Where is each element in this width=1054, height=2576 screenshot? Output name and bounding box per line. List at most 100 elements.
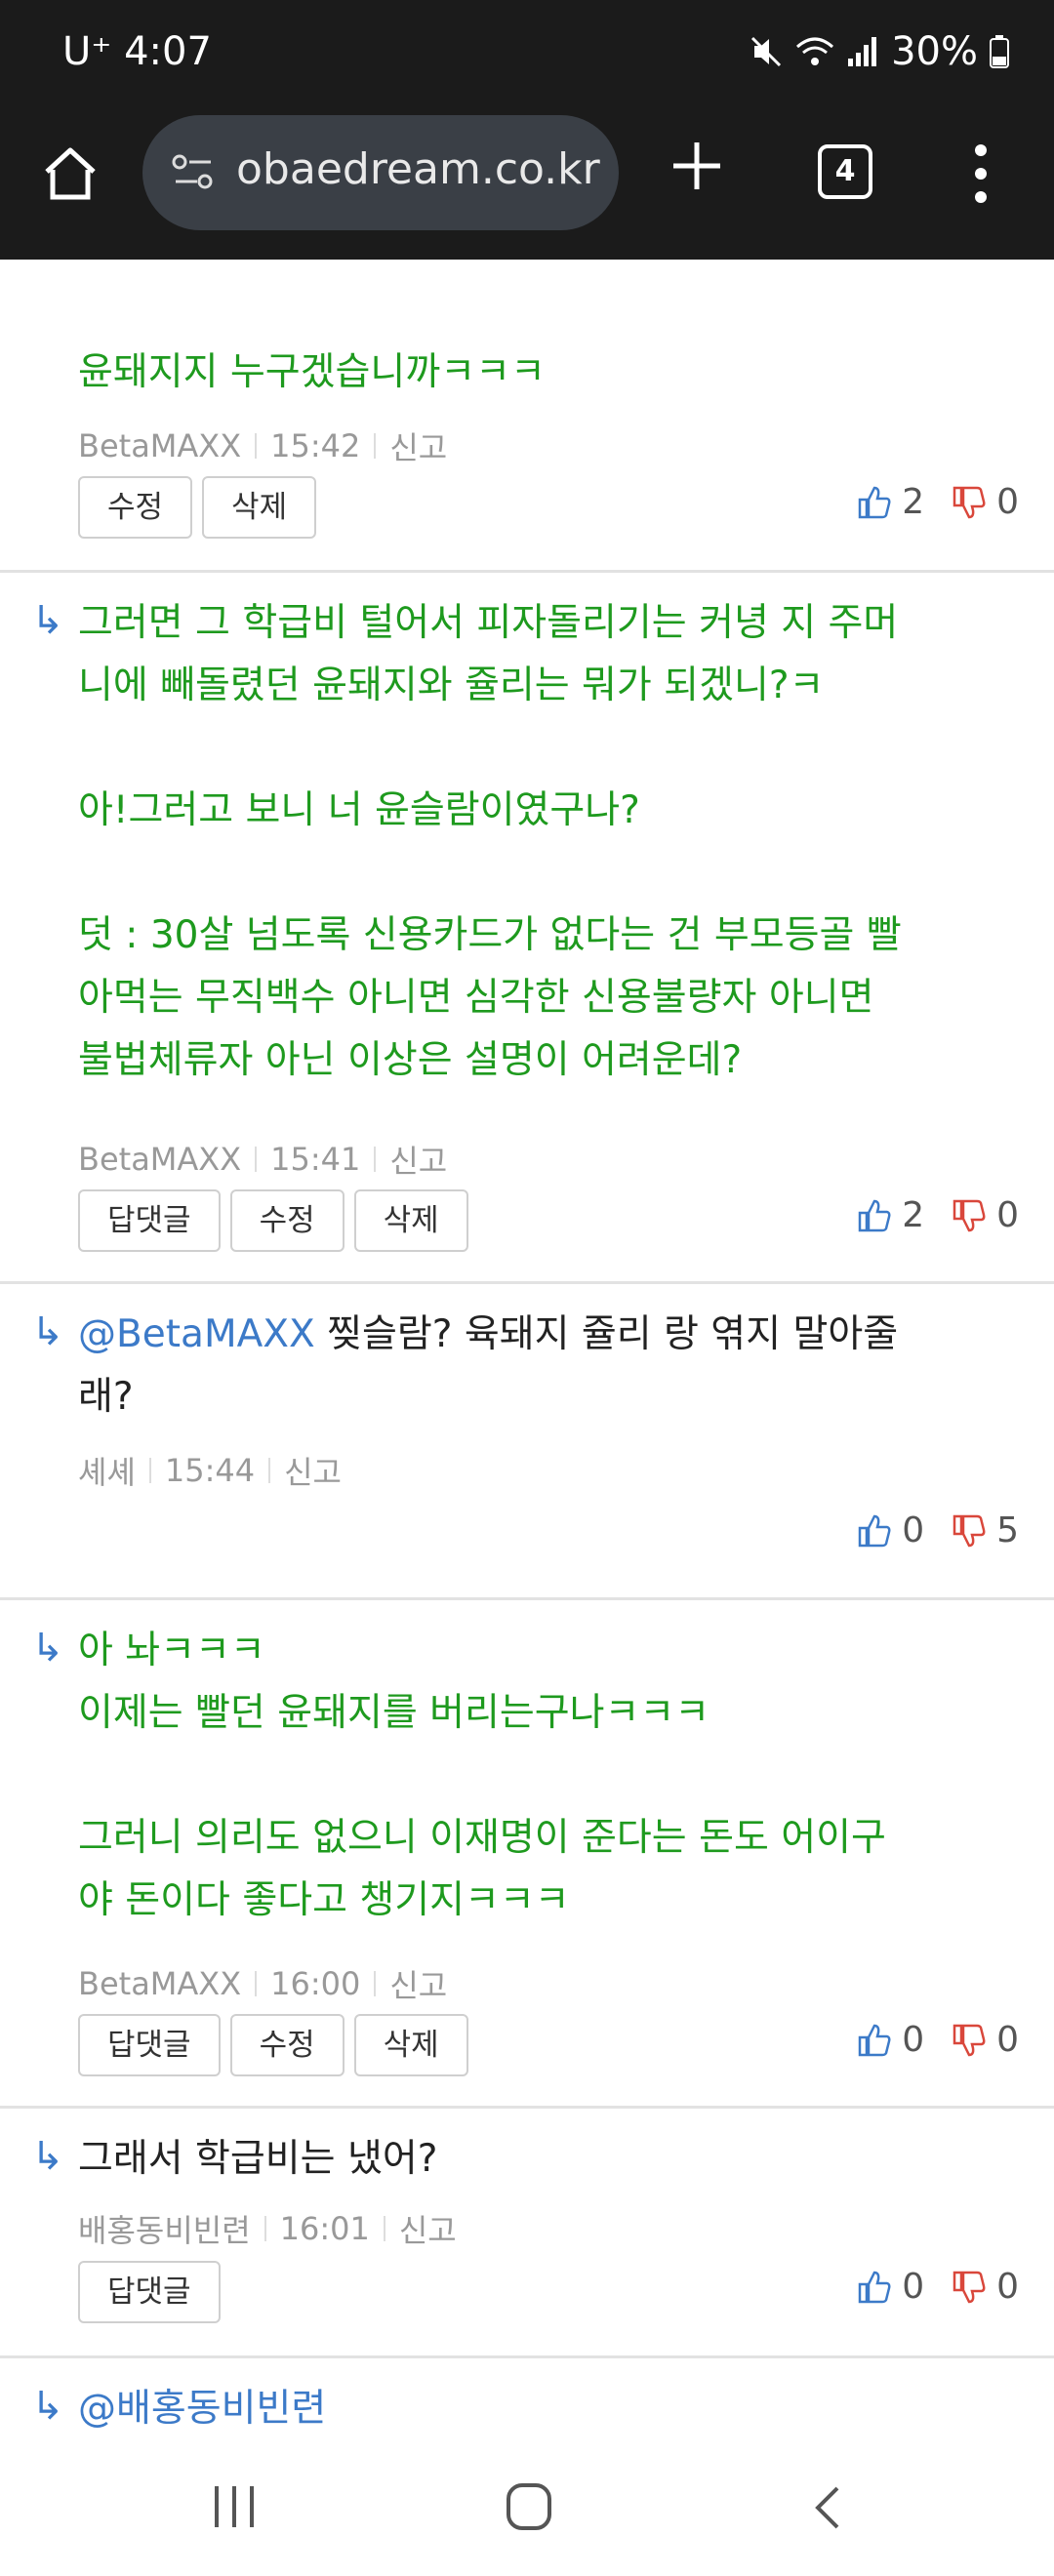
comment-item: ↳ 그러면 그 학급비 털어서 피자돌리기는 커녕 지 주머 니에 빼돌렸던 윤… (0, 573, 1054, 1284)
dislike-button[interactable]: 0 (952, 1195, 1019, 1235)
comment-item: ↳ 그래서 학급비는 냈어? 배홍동비빈련 16:01 신고 답댓글 0 0 (0, 2109, 1054, 2358)
vote-box: 2 0 (857, 1195, 1019, 1235)
battery-icon (990, 35, 1009, 68)
thumbs-up-icon (858, 1514, 891, 1547)
comment-author[interactable]: BetaMAXX (78, 1965, 241, 2002)
comment-time: 16:01 (279, 2210, 370, 2247)
comment-item: ↳ @BetaMAXX 찢슬람? 육돼지 쥴리 랑 엮지 말아줄 래? 셰셰 1… (0, 1284, 1054, 1600)
comment-meta: BetaMAXX 15:42 신고 (78, 423, 447, 468)
carrier-time: U⁺ 4:07 (62, 29, 212, 74)
delete-button[interactable]: 삭제 (353, 1189, 468, 1252)
mute-vibrate-icon (751, 36, 782, 67)
comment-meta: 셰셰 15:44 신고 (78, 1448, 342, 1493)
like-button[interactable]: 0 (857, 1510, 924, 1550)
dislike-count: 0 (996, 2020, 1019, 2060)
comment-item: ↳ 아 놔ㅋㅋㅋ 이제는 빨던 윤돼지를 버리는구나ㅋㅋㅋ 그러니 의리도 없으… (0, 1600, 1054, 2109)
like-button[interactable]: 0 (857, 2267, 924, 2307)
address-bar[interactable]: obaedream.co.kr (142, 115, 619, 230)
like-button[interactable]: 0 (857, 2020, 924, 2060)
mention-link[interactable]: @BetaMAXX (78, 1312, 315, 1356)
comment-text: @BetaMAXX 찢슬람? 육돼지 쥴리 랑 엮지 말아줄 래? (78, 1304, 1015, 1429)
comment-list: @ 윤돼지지 누구겠습니까ㅋㅋㅋ BetaMAXX 15:42 신고 수정 삭제… (0, 260, 1054, 2441)
comment-text: 그러면 그 학급비 털어서 피자돌리기는 커녕 지 주머 니에 빼돌렸던 윤돼지… (78, 601, 902, 1082)
dislike-button[interactable]: 0 (952, 482, 1019, 522)
home-nav-icon[interactable] (506, 2482, 552, 2531)
like-count: 2 (902, 1195, 925, 1235)
comment-text: 아 놔ㅋㅋㅋ 이제는 빨던 윤돼지를 버리는구나ㅋㅋㅋ 그러니 의리도 없으니 … (78, 1629, 886, 1922)
reply-button[interactable]: 답댓글 (78, 2261, 221, 2323)
comment-author[interactable]: BetaMAXX (78, 1141, 241, 1178)
report-link[interactable]: 신고 (389, 1961, 447, 2006)
new-tab-icon[interactable] (669, 139, 724, 193)
site-settings-icon[interactable] (172, 152, 215, 191)
thumbs-down-icon (953, 1199, 986, 1231)
comment-meta: BetaMAXX 16:00 신고 (78, 1961, 447, 2006)
mention-link[interactable]: @배홍동비빈련 (78, 2387, 326, 2431)
thumbs-up-icon (858, 2024, 891, 2056)
thumbs-up-icon (858, 486, 891, 518)
comment-time: 15:41 (270, 1141, 361, 1178)
report-link[interactable]: 신고 (389, 1137, 447, 1182)
dislike-count: 0 (996, 1195, 1019, 1235)
back-icon[interactable] (810, 2484, 843, 2531)
url-text: obaedream.co.kr (236, 144, 600, 194)
like-count: 0 (902, 2020, 925, 2060)
like-count: 2 (902, 482, 925, 522)
thumbs-down-icon (953, 1514, 986, 1547)
thumbs-down-icon (953, 486, 986, 518)
status-bar: U⁺ 4:07 30% (0, 0, 1054, 115)
comment-author[interactable]: 배홍동비빈련 (78, 2206, 251, 2251)
report-link[interactable]: 신고 (389, 423, 447, 468)
recent-apps-icon[interactable] (211, 2484, 260, 2529)
wifi-icon (796, 37, 834, 65)
comment-text: 그래서 학급비는 냈어? (78, 2137, 438, 2181)
edit-button[interactable]: 수정 (229, 1189, 345, 1252)
vote-box: 0 0 (857, 2020, 1019, 2060)
edit-button[interactable]: 수정 (229, 2014, 345, 2076)
comment-actions: 답댓글 수정 삭제 (78, 2014, 468, 2076)
comment-author[interactable]: 셰셰 (78, 1448, 136, 1493)
edit-button[interactable]: 수정 (78, 476, 193, 539)
comment-meta: BetaMAXX 15:41 신고 (78, 1137, 447, 1182)
report-link[interactable]: 신고 (284, 1448, 342, 1493)
reply-arrow-icon: ↳ (31, 1309, 64, 1354)
reply-arrow-icon: ↳ (31, 598, 64, 643)
reply-button[interactable]: 답댓글 (78, 2014, 221, 2076)
delete-button[interactable]: 삭제 (202, 476, 317, 539)
comment-item: ↳ @배홍동비빈련 (0, 2358, 1054, 2441)
dislike-count: 0 (996, 482, 1019, 522)
tab-switcher-button[interactable]: 4 (818, 144, 872, 199)
dislike-count: 5 (996, 1510, 1019, 1550)
vote-box: 2 0 (857, 482, 1019, 522)
comment-actions: 답댓글 수정 삭제 (78, 1189, 468, 1252)
comment-time: 15:42 (270, 427, 361, 464)
thumbs-up-icon (858, 1199, 891, 1231)
reply-arrow-icon: ↳ (31, 1626, 64, 1670)
comment-text: 윤돼지지 누구겠습니까ㅋㅋㅋ (78, 350, 546, 394)
like-button[interactable]: 2 (857, 482, 924, 522)
dislike-button[interactable]: 0 (952, 2267, 1019, 2307)
thumbs-down-icon (953, 2271, 986, 2303)
comment-time: 15:44 (164, 1452, 256, 1489)
like-count: 0 (902, 1510, 925, 1550)
comment-time: 16:00 (270, 1965, 361, 2002)
comment-author[interactable]: BetaMAXX (78, 427, 241, 464)
comment-meta: 배홍동비빈련 16:01 신고 (78, 2206, 457, 2251)
system-nav-bar (0, 2441, 1054, 2576)
reply-button[interactable]: 답댓글 (78, 1189, 221, 1252)
comment-actions: 답댓글 (78, 2261, 221, 2323)
signal-icon (848, 37, 877, 66)
browser-toolbar: obaedream.co.kr 4 (0, 115, 1054, 260)
like-button[interactable]: 2 (857, 1195, 924, 1235)
comment-actions: 수정 삭제 (78, 476, 317, 539)
more-menu-icon[interactable] (972, 142, 990, 205)
thumbs-up-icon (858, 2271, 891, 2303)
dislike-count: 0 (996, 2267, 1019, 2307)
dislike-button[interactable]: 0 (952, 2020, 1019, 2060)
battery-percent: 30% (891, 29, 978, 74)
report-link[interactable]: 신고 (399, 2206, 457, 2251)
home-icon[interactable] (39, 142, 101, 205)
vote-box: 0 0 (857, 2267, 1019, 2307)
dislike-button[interactable]: 5 (952, 1510, 1019, 1550)
delete-button[interactable]: 삭제 (353, 2014, 468, 2076)
